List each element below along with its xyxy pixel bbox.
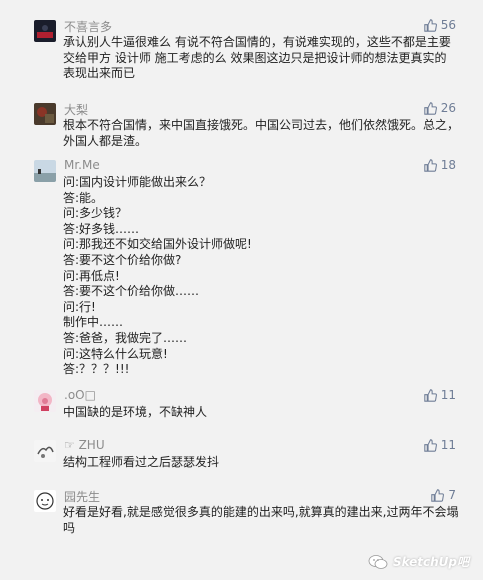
thumbs-up-icon bbox=[424, 438, 437, 452]
like-button[interactable]: 18 bbox=[424, 158, 456, 172]
like-button[interactable]: 7 bbox=[431, 488, 456, 502]
watermark: SketchUp吧 bbox=[368, 553, 469, 570]
watermark-text: SketchUp吧 bbox=[392, 555, 469, 569]
like-button[interactable]: 26 bbox=[424, 101, 456, 115]
like-button[interactable]: 56 bbox=[424, 18, 456, 32]
comment-text: 好看是好看,就是感觉很多真的能建的出来吗,就算真的建出来,过两年不会塌 吗 bbox=[63, 505, 459, 535]
avatar[interactable] bbox=[34, 490, 56, 512]
thumbs-up-icon bbox=[424, 158, 437, 172]
comment-author[interactable]: 园先生 bbox=[64, 488, 100, 505]
thumbs-up-icon bbox=[424, 18, 437, 32]
wechat-icon bbox=[368, 554, 388, 569]
comment-author[interactable]: Mr.Me bbox=[64, 158, 100, 172]
comment-text: 结构工程师看过之后瑟瑟发抖 bbox=[63, 455, 220, 469]
like-count: 7 bbox=[448, 488, 456, 502]
like-count: 56 bbox=[440, 18, 456, 32]
avatar[interactable] bbox=[34, 390, 56, 412]
like-count: 11 bbox=[440, 438, 456, 452]
thumbs-up-icon bbox=[424, 101, 437, 115]
avatar[interactable] bbox=[34, 440, 56, 462]
thumbs-up-icon bbox=[431, 488, 445, 502]
like-count: 26 bbox=[440, 101, 456, 115]
like-count: 18 bbox=[440, 158, 456, 172]
like-button[interactable]: 11 bbox=[424, 388, 456, 402]
avatar[interactable] bbox=[34, 20, 56, 42]
comment-text: 中国缺的是环境，不缺神人 bbox=[63, 405, 208, 419]
avatar[interactable] bbox=[34, 160, 56, 182]
comment-text: 承认别人牛逼很难么 有说不符合国情的，有说难实现的，这些不都是主要 交给甲方 设… bbox=[63, 35, 451, 81]
comment-author[interactable]: 大梨 bbox=[64, 101, 88, 118]
avatar[interactable] bbox=[34, 103, 56, 125]
like-count: 11 bbox=[440, 388, 456, 402]
comment-author[interactable]: ☞ ZHU bbox=[64, 438, 105, 452]
comment-author[interactable]: .oO□ bbox=[64, 388, 96, 402]
like-button[interactable]: 11 bbox=[424, 438, 456, 452]
comment-text: 问:国内设计师能做出来么？ 答:能。 问:多少钱？ 答:好多钱…… 问:那我还不… bbox=[63, 175, 252, 377]
thumbs-up-icon bbox=[424, 388, 437, 402]
comment-author[interactable]: 不喜言多 bbox=[64, 18, 112, 35]
comment-text: 根本不符合国情，来中国直接饿死。中国公司过去，他们依然饿死。总之， 外国人都是渣… bbox=[63, 118, 460, 148]
